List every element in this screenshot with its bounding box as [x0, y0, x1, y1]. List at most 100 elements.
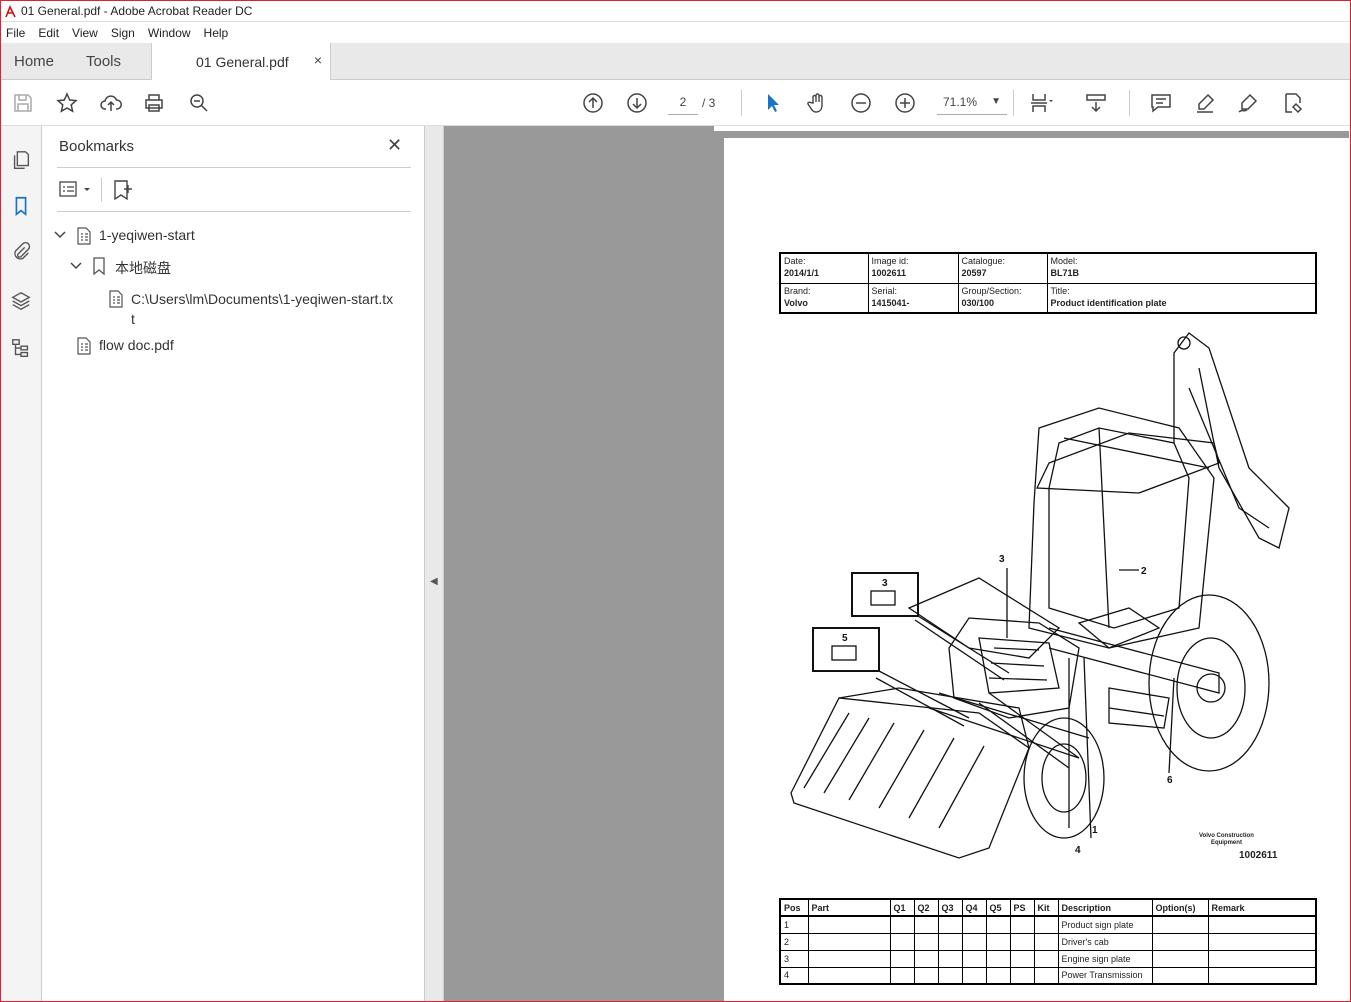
bookmark-item[interactable]: flow doc.pdf: [99, 337, 174, 353]
page-total: / 3: [702, 96, 716, 110]
hand-tool-icon[interactable]: [803, 89, 831, 117]
tab-close-icon[interactable]: ×: [314, 52, 322, 68]
new-bookmark-icon[interactable]: [111, 178, 135, 202]
table-row: 1 Product sign plate: [779, 915, 1317, 934]
bookmark-item[interactable]: C:\Users\lm\Documents\1-yeqiwen-start.tx: [131, 291, 393, 307]
save-icon[interactable]: [9, 89, 37, 117]
date-label: Date:: [784, 256, 806, 266]
document-bookmark-icon: [76, 227, 92, 248]
bookmarks-title: Bookmarks: [59, 138, 135, 155]
image-id-label: Image id:: [871, 256, 909, 266]
col-pos: Pos: [779, 898, 809, 917]
window-title: 01 General.pdf - Adobe Acrobat Reader DC: [21, 4, 253, 18]
page-number-input[interactable]: 2: [668, 91, 698, 115]
select-cursor-icon[interactable]: [759, 89, 787, 117]
group-label: Group/Section:: [961, 285, 1022, 296]
callout-1: 1: [1092, 825, 1098, 836]
callout-box-3-label: 3: [882, 578, 888, 589]
cloud-upload-icon[interactable]: [97, 89, 125, 117]
row-pos: 1: [779, 915, 809, 934]
chevron-down-icon[interactable]: [54, 229, 66, 243]
attachment-icon[interactable]: [9, 240, 33, 264]
page-thumbnails-icon[interactable]: [9, 148, 33, 172]
fill-sign-icon[interactable]: [1279, 89, 1307, 117]
zoom-in-icon[interactable]: [891, 89, 919, 117]
pdf-page: Date: 2014/1/1 Image id: 1002611 Catalogue…: [724, 138, 1349, 1001]
callout-box-5-label: 5: [842, 633, 848, 644]
col-remark: Remark: [1207, 898, 1317, 917]
toolbar-divider: [741, 90, 742, 116]
row-pos: 3: [779, 949, 809, 968]
col-q2: Q2: [913, 898, 939, 917]
tab-home[interactable]: Home: [14, 53, 54, 70]
sign-pen-icon[interactable]: [1234, 89, 1262, 117]
catalogue-label: Catalogue:: [961, 256, 1006, 266]
app-window: 01 General.pdf - Adobe Acrobat Reader DC…: [0, 0, 1351, 1002]
menu-window[interactable]: Window: [148, 26, 191, 40]
row-description: Driver's cab: [1057, 932, 1153, 951]
parts-header-row: Pos Part Q1 Q2 Q3 Q4 Q5 PS Kit Descripti…: [779, 898, 1317, 917]
callout-3: 3: [999, 554, 1005, 565]
menu-edit[interactable]: Edit: [38, 26, 59, 40]
col-q1: Q1: [889, 898, 915, 917]
bookmarks-panel: Bookmarks ✕ 1-yeqiwen-start 本地磁盘 C:\User…: [42, 126, 425, 1001]
image-id-value: 1002611: [871, 268, 907, 278]
row-pos: 2: [779, 932, 809, 951]
row-pos: 4: [779, 966, 809, 985]
col-options: Option(s): [1151, 898, 1209, 917]
bookmark-item[interactable]: 1-yeqiwen-start: [99, 227, 195, 243]
serial-value: 1415041-: [871, 297, 910, 308]
model-value: BL71B: [1050, 268, 1080, 278]
layers-icon[interactable]: [9, 289, 33, 313]
catalogue-value: 20597: [961, 268, 987, 278]
panel-collapse-handle[interactable]: ◀: [425, 126, 444, 1001]
tab-document[interactable]: 01 General.pdf ×: [151, 43, 331, 80]
star-icon[interactable]: [53, 89, 81, 117]
structure-tree-icon[interactable]: [9, 336, 33, 360]
bookmark-item[interactable]: 本地磁盘: [115, 258, 171, 278]
highlight-pen-icon[interactable]: [1191, 89, 1219, 117]
document-viewer[interactable]: Date: 2014/1/1 Image id: 1002611 Catalogue…: [444, 126, 1349, 1001]
bookmark-item-wrap[interactable]: t: [131, 311, 135, 327]
print-icon[interactable]: [140, 89, 168, 117]
title-value: Product identification plate: [1050, 297, 1167, 308]
left-navigation-rail: [1, 126, 42, 1001]
chevron-down-icon[interactable]: [70, 260, 82, 274]
bookmark-icon[interactable]: [9, 194, 33, 218]
col-part: Part: [807, 898, 891, 917]
col-kit: Kit: [1033, 898, 1059, 917]
tab-bar: Home Tools 01 General.pdf ×: [1, 43, 1350, 80]
row-description: Product sign plate: [1057, 915, 1153, 934]
collapse-arrow-icon: ◀: [430, 576, 438, 587]
page-up-icon[interactable]: [579, 89, 607, 117]
page-down-icon[interactable]: [623, 89, 651, 117]
search-zoom-icon[interactable]: [185, 89, 213, 117]
menu-help[interactable]: Help: [204, 26, 229, 40]
menu-bar: File Edit View Sign Window Help: [1, 22, 1350, 43]
tab-tools[interactable]: Tools: [86, 53, 121, 70]
document-bookmark-icon: [108, 290, 124, 311]
toolbar-divider: [1013, 90, 1014, 116]
bookmark-icon: [92, 257, 106, 278]
callout-6: 6: [1167, 775, 1173, 786]
serial-label: Serial:: [871, 285, 898, 296]
toolbar-divider: [1129, 90, 1130, 116]
comment-icon[interactable]: [1147, 89, 1175, 117]
table-row: 2 Driver's cab: [779, 932, 1317, 951]
zoom-value: 71.1%: [943, 95, 978, 109]
zoom-select[interactable]: 71.1% ▼: [937, 91, 1007, 115]
row-description: Engine sign plate: [1057, 949, 1153, 968]
vce-line2: Equipment: [1210, 840, 1242, 846]
options-menu-button[interactable]: [59, 178, 95, 202]
scroll-mode-icon[interactable]: [1082, 89, 1110, 117]
zoom-out-icon[interactable]: [847, 89, 875, 117]
col-description: Description: [1057, 898, 1153, 917]
page-layout-icon[interactable]: [1027, 89, 1055, 117]
menu-sign[interactable]: Sign: [111, 26, 135, 40]
close-icon[interactable]: ✕: [387, 135, 402, 156]
col-q5: Q5: [985, 898, 1011, 917]
menu-view[interactable]: View: [72, 26, 98, 40]
document-bookmark-icon: [76, 337, 92, 358]
menu-file[interactable]: File: [6, 26, 25, 40]
callout-4: 4: [1075, 845, 1081, 856]
